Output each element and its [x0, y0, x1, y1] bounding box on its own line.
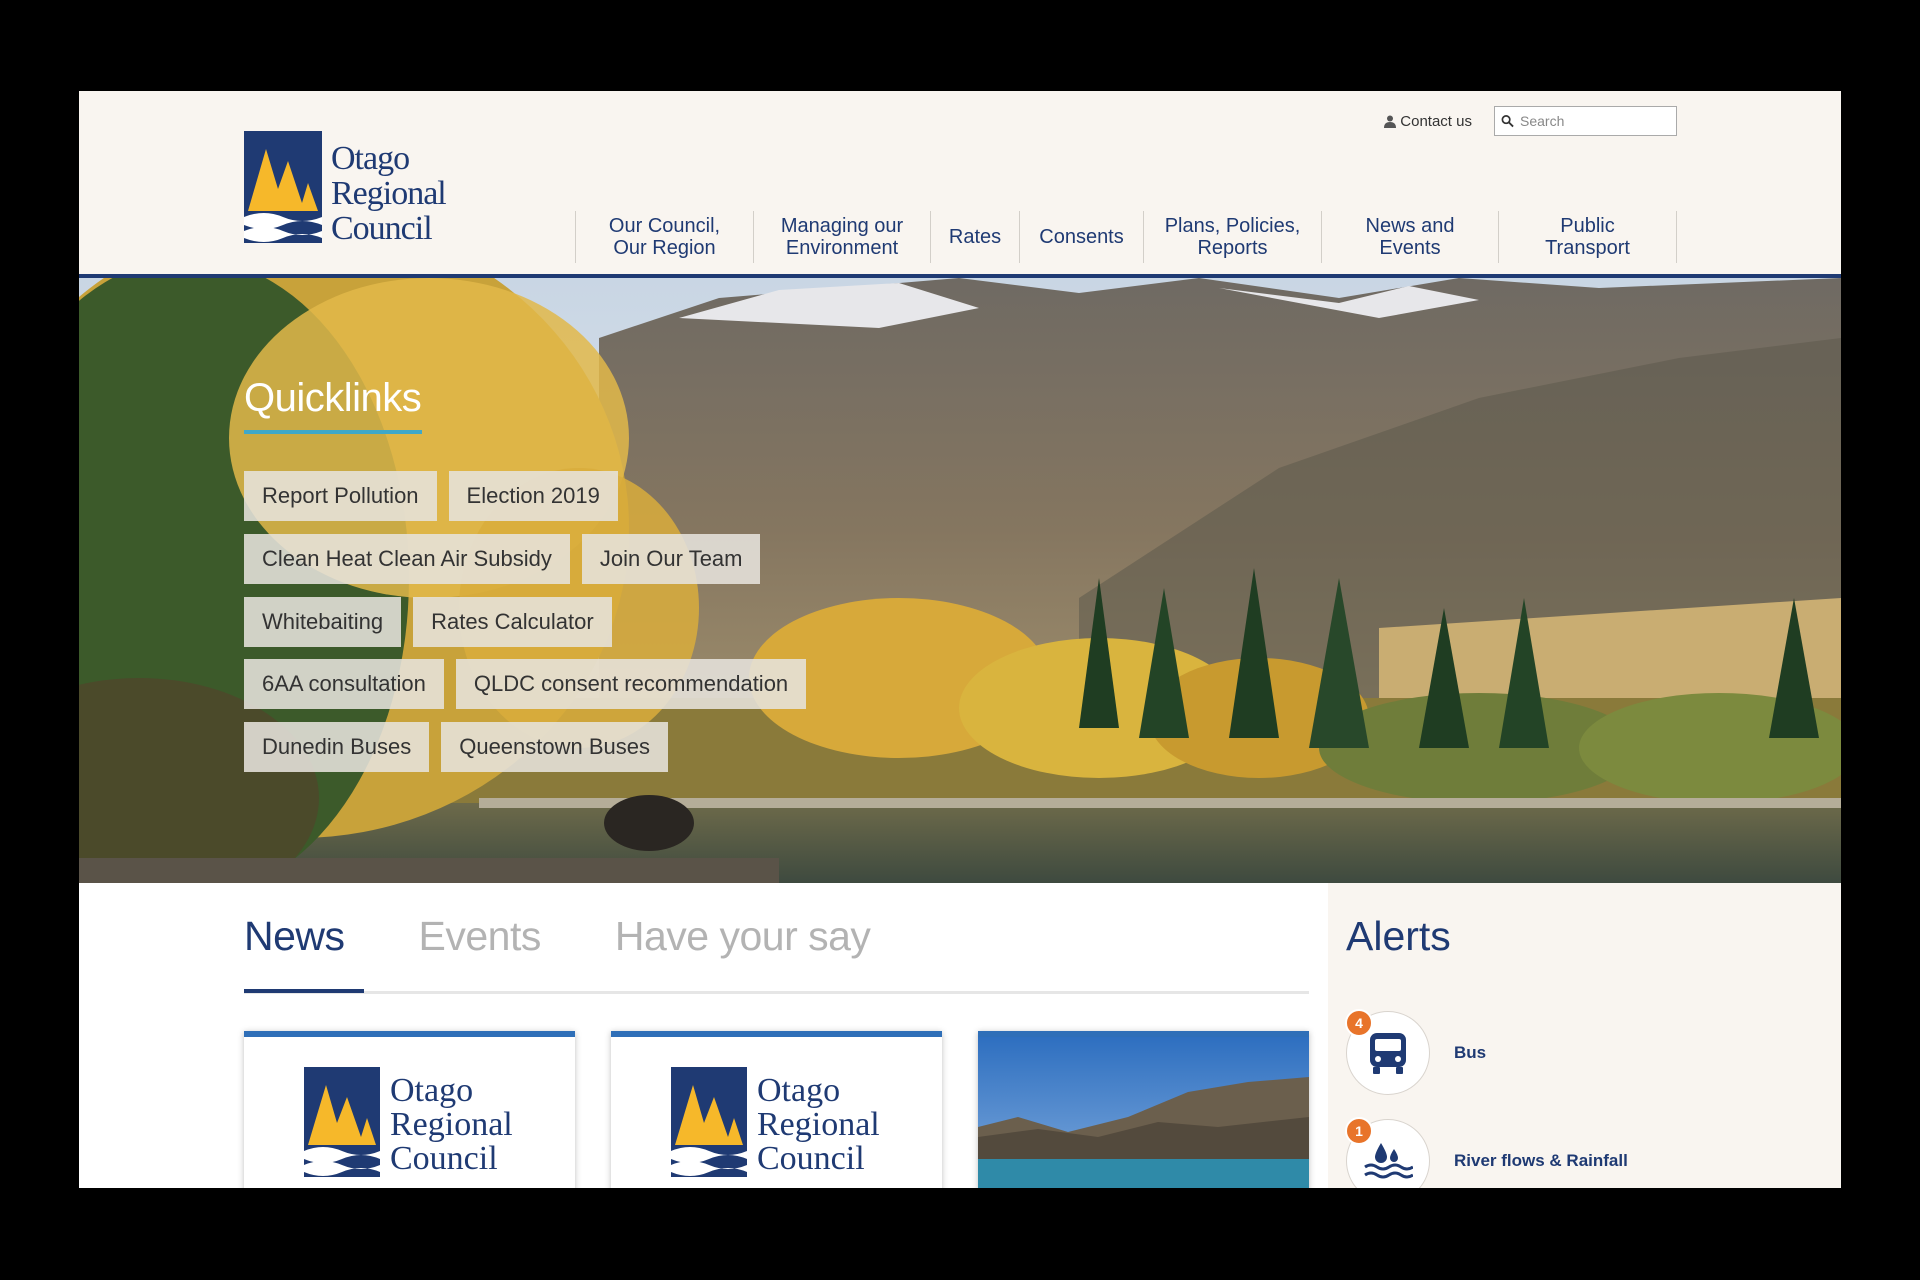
- nav-plans-policies[interactable]: Plans, Policies, Reports: [1144, 211, 1322, 263]
- content-tabs: News Events Have your say: [244, 913, 871, 960]
- nav-label: Plans, Policies,: [1164, 215, 1301, 237]
- logo-line: Council: [331, 210, 433, 247]
- alert-item-bus[interactable]: 4 Bus: [1345, 1009, 1487, 1095]
- quicklink-dunedin-buses[interactable]: Dunedin Buses: [244, 722, 430, 772]
- user-icon: [1384, 115, 1397, 128]
- quicklinks-row: Dunedin Buses Queenstown Buses: [244, 722, 668, 772]
- nav-label: Public: [1560, 215, 1615, 237]
- hero-banner: Quicklinks Report Pollution Election 201…: [79, 278, 1841, 883]
- tab-news[interactable]: News: [244, 913, 345, 960]
- tabs-divider: [244, 991, 1309, 994]
- card-logo-line: Regional: [757, 1106, 880, 1143]
- quicklink-queenstown-buses[interactable]: Queenstown Buses: [441, 722, 668, 772]
- quicklinks-row: 6AA consultation QLDC consent recommenda…: [244, 659, 807, 709]
- search-icon: [1501, 115, 1514, 128]
- alert-count-badge: 1: [1345, 1117, 1373, 1145]
- alert-label: Bus: [1454, 1043, 1487, 1062]
- council-logo-image: Otago Regional Council: [304, 1067, 513, 1177]
- water-drop-icon: [1364, 1143, 1413, 1179]
- alert-item-river-flows[interactable]: 1 River flows & Rainfall: [1345, 1117, 1628, 1188]
- logo-mark-icon: [244, 131, 322, 243]
- contact-us-label: Contact us: [1400, 112, 1472, 130]
- nav-news-events[interactable]: News and Events: [1322, 211, 1499, 263]
- main-nav: Our Council, Our Region Managing our Envir…: [575, 211, 1677, 263]
- quicklink-report-pollution[interactable]: Report Pollution: [244, 471, 437, 521]
- browser-viewport: Otago Regional Council Contact us Search…: [79, 91, 1841, 1188]
- nav-label: News and: [1365, 215, 1455, 237]
- site-logo[interactable]: Otago Regional Council: [244, 131, 464, 247]
- site-header: Otago Regional Council Contact us Search…: [79, 91, 1841, 278]
- quicklinks-title: Quicklinks: [244, 376, 422, 420]
- nav-public-transport[interactable]: Public Transport: [1499, 211, 1677, 263]
- quicklink-rates-calculator[interactable]: Rates Calculator: [413, 597, 612, 647]
- alert-count-badge: 4: [1345, 1009, 1373, 1037]
- news-card[interactable]: [978, 1031, 1309, 1188]
- tab-events[interactable]: Events: [419, 913, 542, 960]
- quicklinks-row: Clean Heat Clean Air Subsidy Join Our Te…: [244, 534, 761, 584]
- quicklinks-row: Report Pollution Election 2019: [244, 471, 618, 521]
- search-field[interactable]: [1494, 106, 1677, 136]
- card-logo-line: Otago: [390, 1072, 473, 1109]
- news-card[interactable]: Otago Regional Council: [244, 1031, 575, 1188]
- quicklinks-underline: [244, 430, 422, 434]
- nav-label: Consents: [1039, 226, 1124, 248]
- council-logo-image: Otago Regional Council: [671, 1067, 880, 1177]
- nav-label: Reports: [1197, 237, 1268, 259]
- card-logo-line: Council: [390, 1140, 498, 1177]
- quicklink-election-2019[interactable]: Election 2019: [448, 471, 618, 521]
- card-logo-line: Otago: [757, 1072, 840, 1109]
- tablet-frame: Otago Regional Council Contact us Search…: [0, 0, 1920, 1280]
- quicklink-whitebaiting[interactable]: Whitebaiting: [244, 597, 402, 647]
- card-logo-line: Council: [757, 1140, 865, 1177]
- nav-managing-environment[interactable]: Managing our Environment: [754, 211, 931, 263]
- nav-label: Our Region: [613, 237, 716, 259]
- quicklink-clean-heat[interactable]: Clean Heat Clean Air Subsidy: [244, 534, 570, 584]
- bus-icon: [1370, 1033, 1406, 1074]
- alert-icon-circle: 4: [1345, 1009, 1430, 1095]
- nav-label: Environment: [785, 237, 899, 259]
- nav-label: Managing our: [780, 215, 904, 237]
- quicklinks-row: Whitebaiting Rates Calculator: [244, 597, 612, 647]
- active-tab-indicator: [244, 989, 364, 993]
- contact-us-link[interactable]: Contact us: [1384, 113, 1472, 130]
- quicklink-qldc-consent[interactable]: QLDC consent recommendation: [455, 659, 807, 709]
- nav-label: Events: [1379, 237, 1441, 259]
- alert-label: River flows & Rainfall: [1454, 1151, 1628, 1170]
- logo-line: Regional: [331, 175, 447, 212]
- nav-rates[interactable]: Rates: [931, 211, 1020, 263]
- alerts-panel: Alerts 4 Bus 1 River flows & Rainfall: [1328, 883, 1841, 1188]
- tab-have-your-say[interactable]: Have your say: [615, 913, 871, 960]
- nav-label: Rates: [948, 226, 1002, 248]
- utility-bar: Contact us: [1384, 105, 1677, 137]
- logo-line: Otago: [331, 140, 410, 177]
- quicklink-join-our-team[interactable]: Join Our Team: [581, 534, 761, 584]
- content-section: News Events Have your say Otago Regional…: [79, 883, 1841, 1188]
- search-input[interactable]: [1520, 113, 1670, 129]
- nav-label: Transport: [1545, 237, 1630, 259]
- nav-our-council[interactable]: Our Council, Our Region: [576, 211, 754, 263]
- card-logo-line: Regional: [390, 1106, 513, 1143]
- nav-label: Our Council,: [608, 215, 721, 237]
- nav-consents[interactable]: Consents: [1020, 211, 1144, 263]
- lake-photo: [978, 1037, 1309, 1188]
- logo-wordmark: Otago Regional Council: [331, 140, 447, 247]
- alert-icon-circle: 1: [1345, 1117, 1430, 1188]
- alerts-title: Alerts: [1346, 913, 1451, 959]
- news-card[interactable]: Otago Regional Council: [611, 1031, 942, 1188]
- quicklink-6aa-consultation[interactable]: 6AA consultation: [244, 659, 444, 709]
